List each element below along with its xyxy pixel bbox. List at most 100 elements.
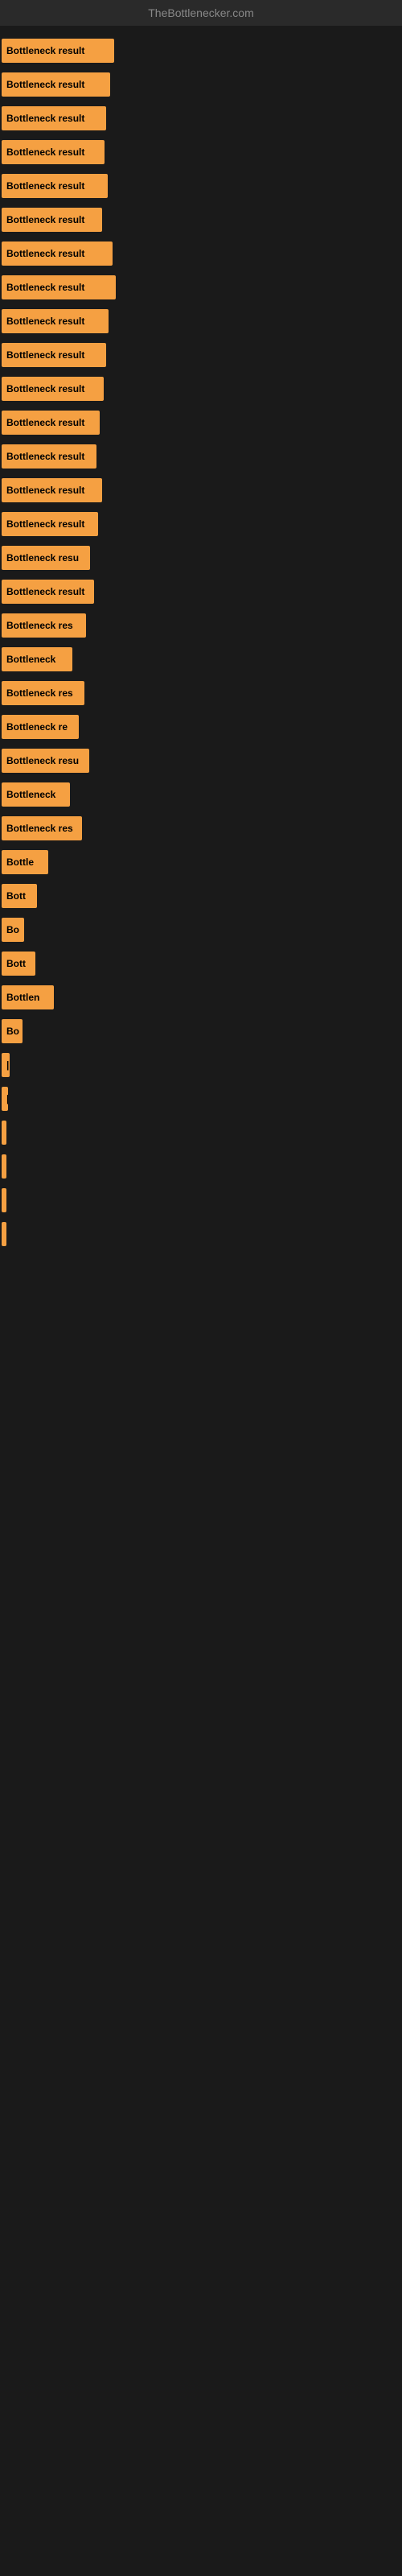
bar: Bottleneck result [2,444,96,469]
bar-label: Bott [6,890,26,902]
bar-row: Bottleneck result [0,169,402,203]
bar-row [0,1217,402,1251]
bar: Bottleneck result [2,309,109,333]
bar-label: Bottleneck [6,654,55,665]
bar: Bottleneck resu [2,546,90,570]
bar-label: Bo [6,1026,19,1037]
bar-row [0,1150,402,1183]
bar: Bott [2,884,37,908]
bar-row: Bottleneck resu [0,744,402,778]
bar-row: Bott [0,879,402,913]
bar-label: Bottleneck res [6,687,73,699]
bar-label: | [6,1059,9,1071]
bar-row: Bottleneck result [0,304,402,338]
bar-row: Bottleneck [0,642,402,676]
bar: Bo [2,1019,23,1043]
bar-row: Bo [0,913,402,947]
bar: Bottleneck [2,647,72,671]
bar-label: Bottleneck result [6,349,84,361]
bar-row: | [0,1048,402,1082]
bar-row: Bottleneck result [0,203,402,237]
bar: Bottleneck result [2,377,104,401]
bar: Bottleneck res [2,816,82,840]
bar-label: Bottleneck result [6,248,84,259]
bar-label: Bottlen [6,992,39,1003]
bar-label: Bo [6,924,19,935]
bar: Bottleneck result [2,275,116,299]
bar: Bottleneck res [2,681,84,705]
bar: ▪ [2,1121,6,1145]
bar-label: Bottleneck result [6,147,84,158]
bar-label: Bottleneck result [6,485,84,496]
bar: Bottleneck result [2,140,105,164]
bar-row: Bottleneck result [0,338,402,372]
bar-label: Bottleneck result [6,45,84,56]
bar: Bottleneck result [2,208,102,232]
bar-row: Bottleneck res [0,609,402,642]
bar-label: Bottleneck result [6,417,84,428]
bar-label: Bottleneck result [6,451,84,462]
bar-row [0,1183,402,1217]
bar: Bottleneck re [2,715,79,739]
bar-row: | [0,1082,402,1116]
bar: | [2,1087,8,1111]
bar: Bottle [2,850,48,874]
bar-row: Bottleneck result [0,270,402,304]
bar [2,1154,6,1179]
bar-row: Bottle [0,845,402,879]
bar-label: Bottleneck result [6,180,84,192]
bar: | [2,1053,10,1077]
bar: Bottleneck resu [2,749,89,773]
bar-label: Bottleneck result [6,518,84,530]
bar-label: Bottleneck [6,789,55,800]
bar: Bottleneck result [2,174,108,198]
bar-row: Bottleneck res [0,811,402,845]
bar [2,1222,6,1246]
bar: Bottleneck result [2,72,110,97]
bar-row: Bottleneck result [0,372,402,406]
bar-label: | [6,1093,8,1104]
bar-row: Bottleneck result [0,440,402,473]
bar-label: Bott [6,958,26,969]
bar-label: Bottle [6,857,34,868]
bar-label: Bottleneck result [6,113,84,124]
bar: Bottleneck result [2,411,100,435]
bar-label: Bottleneck result [6,586,84,597]
bar: Bo [2,918,24,942]
bar-row: Bottleneck result [0,507,402,541]
bar-row: Bottleneck res [0,676,402,710]
bar: Bottleneck result [2,580,94,604]
bar: Bottleneck result [2,343,106,367]
bar: Bottleneck result [2,478,102,502]
bar-row: Bo [0,1014,402,1048]
bar: Bottleneck res [2,613,86,638]
bar: Bottleneck result [2,39,114,63]
bar-row: Bottleneck result [0,101,402,135]
bar: Bottlen [2,985,54,1009]
bar: Bottleneck [2,782,70,807]
bar-row: Bottlen [0,980,402,1014]
bar-row: ▪ [0,1116,402,1150]
bar-label: Bottleneck re [6,721,68,733]
bar-row: Bottleneck result [0,575,402,609]
bar-row: Bottleneck re [0,710,402,744]
bar-label: Bottleneck result [6,282,84,293]
bar-row: Bottleneck result [0,406,402,440]
site-title: TheBottlenecker.com [0,0,402,26]
bar-label: Bottleneck resu [6,552,79,564]
bar-row: Bottleneck result [0,34,402,68]
bar-row: Bottleneck resu [0,541,402,575]
bar-row: Bottleneck [0,778,402,811]
bar: Bott [2,952,35,976]
bar: Bottleneck result [2,512,98,536]
bar-label: Bottleneck result [6,79,84,90]
bar-row: Bott [0,947,402,980]
bar-label: Bottleneck res [6,823,73,834]
bar-label: Bottleneck result [6,316,84,327]
bar-row: Bottleneck result [0,135,402,169]
bar-label: Bottleneck res [6,620,73,631]
bar-row: Bottleneck result [0,237,402,270]
bar-label: Bottleneck resu [6,755,79,766]
bar [2,1188,6,1212]
bars-container: Bottleneck result Bottleneck result Bottle… [0,26,402,1259]
